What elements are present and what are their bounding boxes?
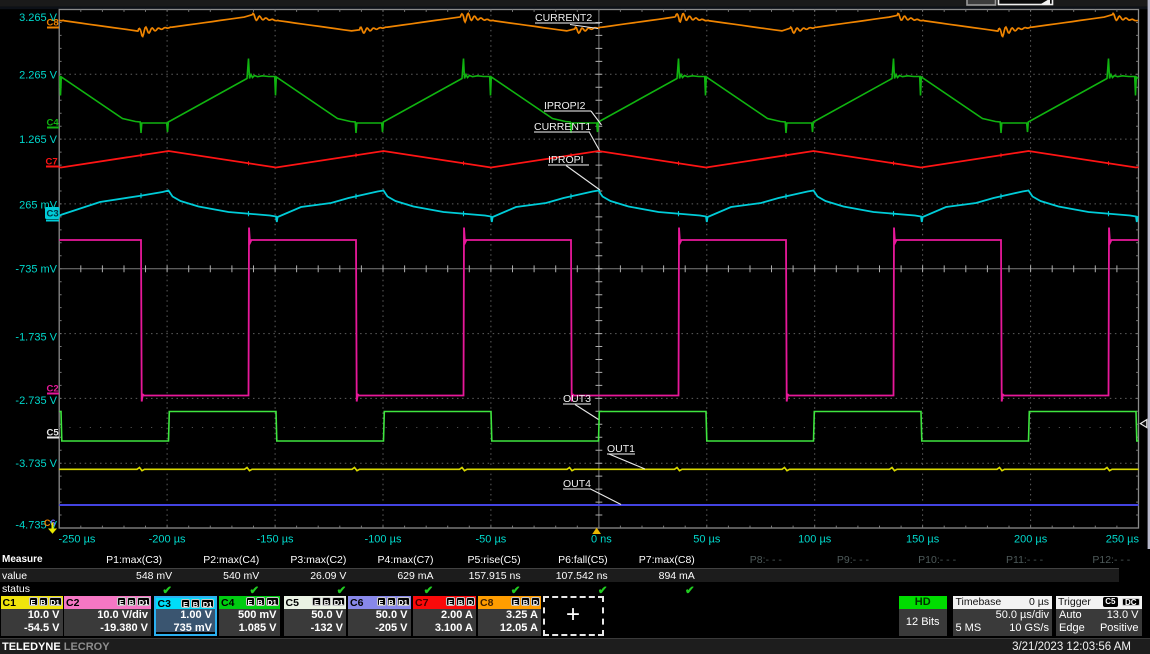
svg-text:-735 mV: -735 mV [15,263,57,275]
svg-text:-2.735 V: -2.735 V [15,395,57,407]
svg-text:2.265 V: 2.265 V [19,69,58,81]
svg-text:-100 µs: -100 µs [365,534,402,546]
svg-text:-200 µs: -200 µs [149,534,186,546]
svg-text:IPROPI2: IPROPI2 [544,100,586,112]
svg-text:1.265 V: 1.265 V [19,134,58,146]
svg-text:50 µs: 50 µs [693,534,721,546]
svg-text:C6: C6 [44,518,56,528]
svg-text:C3: C3 [47,209,59,220]
svg-text:200 µs: 200 µs [1014,534,1048,546]
svg-text:-1.735 V: -1.735 V [15,331,57,343]
svg-text:OUT3: OUT3 [563,393,591,405]
svg-text:CURRENT2: CURRENT2 [535,12,592,24]
svg-text:-3.735 V: -3.735 V [15,458,57,470]
svg-text:OUT4: OUT4 [563,478,591,490]
svg-text:OUT1: OUT1 [607,443,635,455]
svg-text:250 µs: 250 µs [1106,534,1140,546]
svg-text:0 ns: 0 ns [591,534,612,546]
svg-text:IPROPI: IPROPI [548,154,584,166]
svg-text:CURRENT1: CURRENT1 [534,121,591,133]
svg-text:-150 µs: -150 µs [257,534,294,546]
svg-text:-250 µs: -250 µs [59,534,96,546]
svg-text:150 µs: 150 µs [906,534,940,546]
svg-text:100 µs: 100 µs [798,534,832,546]
svg-text:-50 µs: -50 µs [476,534,507,546]
